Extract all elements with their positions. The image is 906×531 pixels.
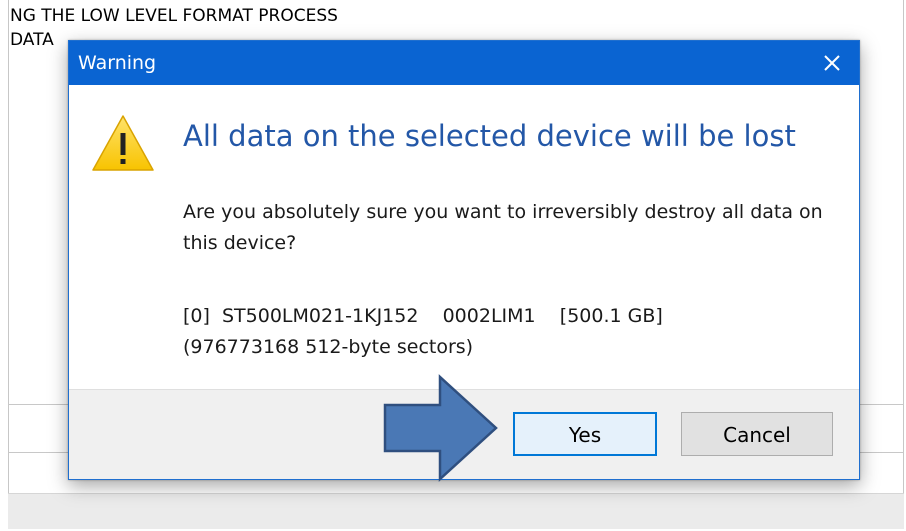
device-info: [0] ST500LM021-1KJ152 0002LIM1 [500.1 GB… — [183, 301, 833, 363]
yes-button[interactable]: Yes — [513, 412, 657, 456]
device-info-line2: (976773168 512-byte sectors) — [183, 336, 474, 358]
device-info-line1: [0] ST500LM021-1KJ152 0002LIM1 [500.1 GB… — [183, 305, 663, 327]
cancel-button[interactable]: Cancel — [681, 412, 833, 456]
confirmation-message: Are you absolutely sure you want to irre… — [183, 201, 823, 254]
dialog-titlebar[interactable]: Warning — [69, 41, 859, 85]
warning-dialog: Warning All data on the selected device … — [68, 40, 860, 480]
dialog-content: All data on the selected device will be … — [69, 85, 859, 389]
background-status-bar — [8, 493, 904, 529]
background-subtext: DATA — [10, 30, 54, 50]
close-icon — [824, 55, 840, 71]
main-instruction: All data on the selected device will be … — [183, 119, 796, 153]
close-button[interactable] — [805, 41, 859, 85]
warning-triangle-icon — [92, 115, 154, 171]
dialog-title: Warning — [78, 52, 157, 74]
background-heading: NG THE LOW LEVEL FORMAT PROCESS — [10, 6, 338, 26]
dialog-footer: Yes Cancel — [69, 389, 859, 479]
